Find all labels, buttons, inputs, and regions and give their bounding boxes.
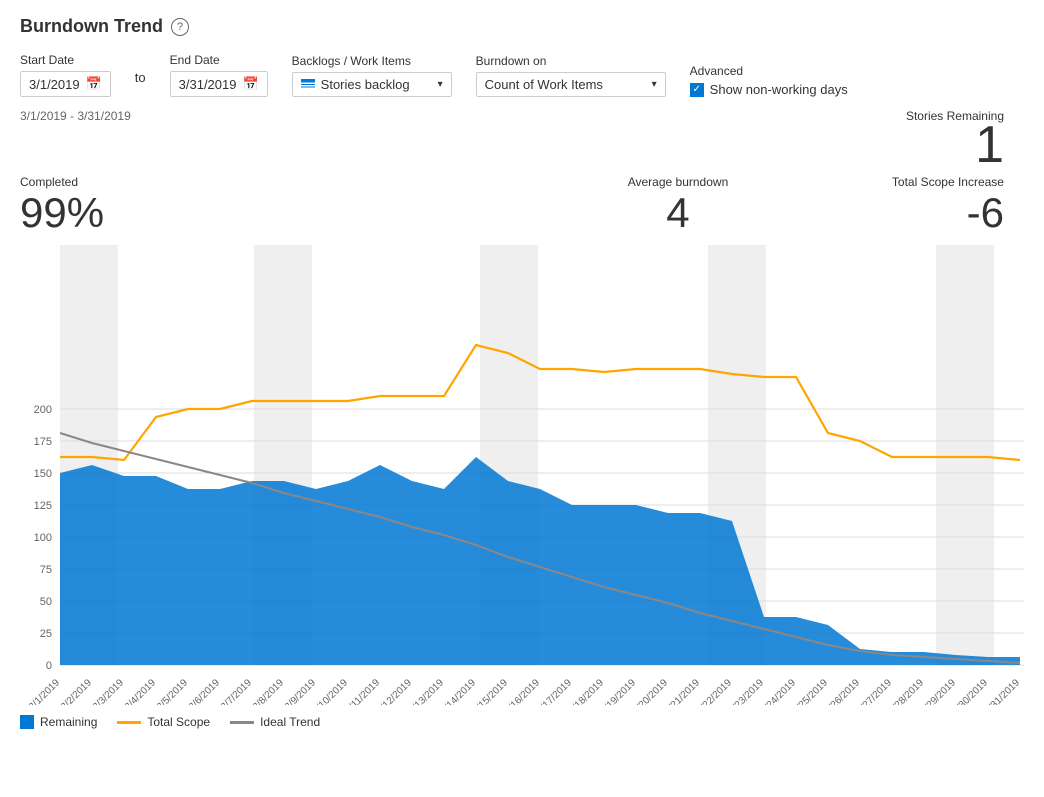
start-date-value: 3/1/2019 [29,77,80,92]
svg-text:3/28/2019: 3/28/2019 [887,677,927,705]
ylabel-175: 175 [34,436,52,448]
start-date-input[interactable]: 3/1/2019 📅 [20,71,111,97]
svg-text:3/16/2019: 3/16/2019 [503,677,543,705]
completed-value: 99% [20,189,104,237]
advanced-label: Advanced [690,64,848,78]
end-date-group: End Date 3/31/2019 📅 [170,53,268,97]
ylabel-50: 50 [40,596,52,608]
svg-text:3/27/2019: 3/27/2019 [855,677,895,705]
remaining-swatch [20,715,34,729]
scope-stat: Total Scope Increase -6 [892,175,1004,237]
weekend-shade-5 [936,245,994,665]
svg-text:3/2/2019: 3/2/2019 [59,677,95,705]
date-range-label: 3/1/2019 - 3/31/2019 [20,109,131,123]
backlogs-label: Backlogs / Work Items [292,54,452,68]
svg-text:3/1/2019: 3/1/2019 [27,677,63,705]
page-title: Burndown Trend [20,16,163,37]
svg-text:3/24/2019: 3/24/2019 [759,677,799,705]
ylabel-100: 100 [34,532,52,544]
svg-text:3/29/2019: 3/29/2019 [919,677,959,705]
average-value: 4 [628,189,729,237]
legend-remaining: Remaining [20,715,97,729]
burndown-dropdown[interactable]: Count of Work Items ▾ [476,72,666,97]
ylabel-150: 150 [34,468,52,480]
stories-remaining-value: 1 [975,119,1004,171]
svg-text:3/19/2019: 3/19/2019 [599,677,639,705]
show-nonworking-checkbox[interactable] [690,83,704,97]
svg-text:3/3/2019: 3/3/2019 [91,677,127,705]
show-nonworking-label: Show non-working days [710,82,848,97]
chart-legend: Remaining Total Scope Ideal Trend [20,715,1024,729]
burndown-chart: 0 25 50 75 100 125 150 175 200 [20,245,1024,705]
ylabel-75: 75 [40,564,52,576]
svg-text:3/5/2019: 3/5/2019 [155,677,191,705]
backlog-value: Stories backlog [321,77,410,92]
ylabel-125: 125 [34,500,52,512]
backlog-list-icon [301,79,315,90]
remaining-area [60,457,1020,665]
end-calendar-icon[interactable]: 📅 [242,76,258,92]
svg-text:3/4/2019: 3/4/2019 [123,677,159,705]
svg-text:3/26/2019: 3/26/2019 [823,677,863,705]
total-scope-line [60,345,1020,460]
svg-text:3/20/2019: 3/20/2019 [631,677,671,705]
burndown-chevron-icon: ▾ [652,79,657,90]
backlog-chevron-icon: ▾ [438,79,443,90]
svg-text:3/30/2019: 3/30/2019 [951,677,991,705]
legend-total-scope: Total Scope [117,715,210,729]
x-axis-labels: 3/1/2019 3/2/2019 3/3/2019 3/4/2019 3/5/… [27,677,1023,705]
help-icon[interactable]: ? [171,18,189,36]
svg-text:3/25/2019: 3/25/2019 [791,677,831,705]
ylabel-0: 0 [46,660,52,672]
svg-text:3/18/2019: 3/18/2019 [567,677,607,705]
svg-text:3/17/2019: 3/17/2019 [535,677,575,705]
svg-text:3/11/2019: 3/11/2019 [343,677,382,705]
svg-text:3/6/2019: 3/6/2019 [187,677,223,705]
completed-label: Completed [20,175,104,189]
start-calendar-icon[interactable]: 📅 [86,76,102,92]
completed-stat: Completed 99% [20,175,104,237]
show-nonworking-row: Show non-working days [690,82,848,97]
backlogs-group: Backlogs / Work Items Stories backlog ▾ [292,54,452,97]
to-label: to [135,70,146,93]
total-scope-label: Total Scope [147,715,210,729]
total-scope-swatch [117,721,141,724]
burndown-group: Burndown on Count of Work Items ▾ [476,54,666,97]
average-stat: Average burndown 4 [628,175,729,237]
svg-text:3/23/2019: 3/23/2019 [727,677,767,705]
scope-label: Total Scope Increase [892,175,1004,189]
ylabel-200: 200 [34,404,52,416]
svg-text:3/14/2019: 3/14/2019 [439,677,479,705]
svg-text:3/10/2019: 3/10/2019 [311,677,351,705]
chart-area: 0 25 50 75 100 125 150 175 200 [20,245,1024,705]
svg-text:3/12/2019: 3/12/2019 [375,677,415,705]
burndown-value: Count of Work Items [485,77,603,92]
advanced-group: Advanced Show non-working days [690,64,848,97]
scope-value: -6 [892,189,1004,237]
svg-text:3/15/2019: 3/15/2019 [471,677,511,705]
svg-text:3/7/2019: 3/7/2019 [219,677,255,705]
svg-text:3/31/2019: 3/31/2019 [983,677,1023,705]
svg-text:3/9/2019: 3/9/2019 [283,677,319,705]
legend-ideal-trend: Ideal Trend [230,715,320,729]
ideal-trend-swatch [230,721,254,724]
svg-text:3/13/2019: 3/13/2019 [407,677,447,705]
svg-text:3/22/2019: 3/22/2019 [695,677,735,705]
remaining-label: Remaining [40,715,97,729]
average-label: Average burndown [628,175,729,189]
ylabel-25: 25 [40,628,52,640]
ideal-trend-label: Ideal Trend [260,715,320,729]
backlogs-dropdown[interactable]: Stories backlog ▾ [292,72,452,97]
start-date-group: Start Date 3/1/2019 📅 [20,53,111,97]
end-date-label: End Date [170,53,268,67]
svg-text:3/21/2019: 3/21/2019 [663,677,703,705]
end-date-value: 3/31/2019 [179,77,237,92]
end-date-input[interactable]: 3/31/2019 📅 [170,71,268,97]
burndown-label: Burndown on [476,54,666,68]
start-date-label: Start Date [20,53,111,67]
svg-text:3/8/2019: 3/8/2019 [251,677,287,705]
